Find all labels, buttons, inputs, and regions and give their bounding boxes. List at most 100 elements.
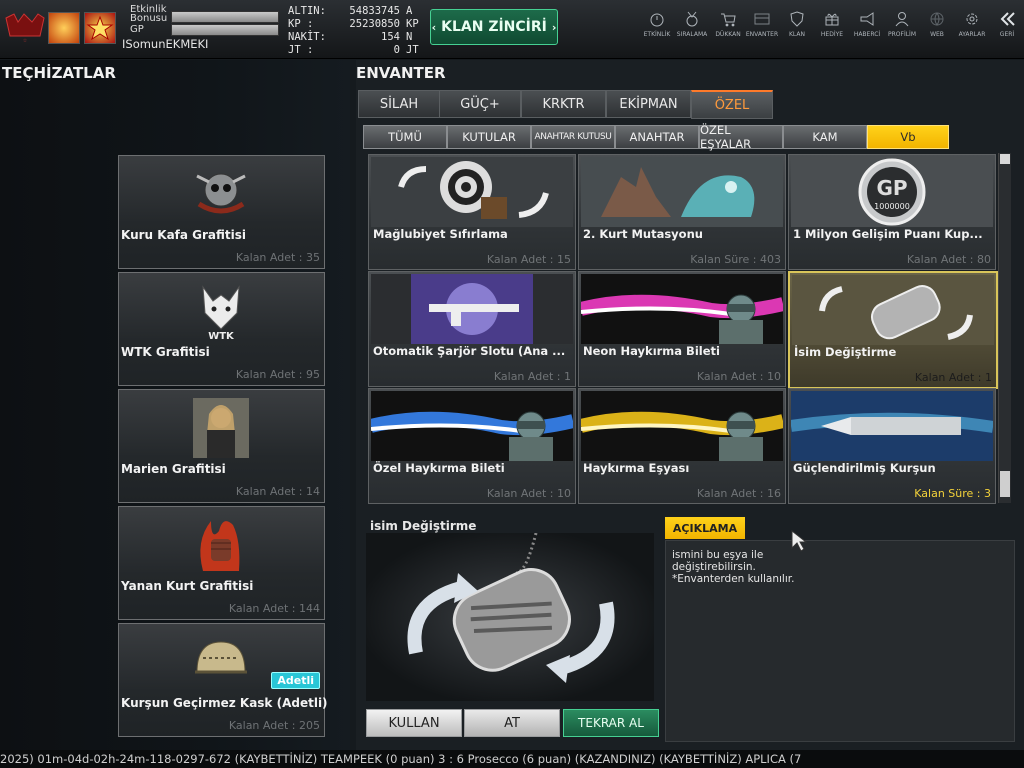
tab-4[interactable]: ÖZEL	[691, 90, 773, 119]
nav-haberci̇-button[interactable]: HABERCİ	[850, 10, 884, 38]
inventory-scrollbar[interactable]	[998, 153, 1011, 503]
tab-2[interactable]: KRKTR	[521, 90, 606, 118]
inventory-item-name: 1 Milyon Gelişim Puanı Kup...	[793, 227, 983, 241]
subtab-4[interactable]: ÖZEL EŞYALAR	[699, 123, 783, 151]
subtab-2[interactable]: ANAHTAR KUTUSU	[531, 125, 615, 149]
nav-ayarlar-button[interactable]: AYARLAR	[955, 10, 989, 38]
currency-value: 54833745	[349, 5, 400, 17]
klan-zinciri-button[interactable]: ‹ KLAN ZİNCİRİ ›	[430, 9, 558, 45]
inventory-item[interactable]: Neon Haykırma Bileti Kalan Adet : 10	[578, 271, 786, 387]
description-box: ismini bu eşya ile değiştirebilirsin. *Env…	[665, 540, 1015, 742]
inventory-item-name: Özel Haykırma Bileti	[373, 461, 505, 475]
svg-text:☆: ☆	[23, 38, 28, 44]
currency-unit: N	[406, 31, 413, 43]
inventory-item[interactable]: Mağlubiyet Sıfırlama Kalan Adet : 15	[368, 154, 576, 270]
equipment-qty: Kalan Adet : 205	[228, 719, 320, 732]
player-name: ISomunEKMEKI	[122, 37, 209, 51]
bullet-icon	[790, 391, 994, 461]
gp-label: GP	[130, 24, 144, 35]
nav-label: GERİ	[999, 31, 1015, 38]
blue-shout-icon	[369, 391, 575, 461]
inventory-item-name: Neon Haykırma Bileti	[583, 344, 720, 358]
nav-geri̇-button[interactable]: GERİ	[990, 10, 1024, 38]
equipment-card[interactable]: WTK WTK Grafitisi Kalan Adet : 95	[118, 272, 325, 386]
svg-text:WTK: WTK	[208, 331, 235, 341]
tab-1[interactable]: GÜÇ+	[439, 90, 521, 118]
scroll-up-arrow-icon[interactable]	[1000, 154, 1010, 164]
flame-fist-icon	[189, 511, 253, 575]
gp-bar	[171, 24, 279, 36]
gift-icon	[815, 10, 849, 28]
nav-profi̇li̇m-button[interactable]: PROFİLİM	[885, 10, 919, 38]
inventory-item[interactable]: GP 1000000 1 Milyon Gelişim Puanı Kup... Ka…	[788, 154, 996, 270]
nav-dükkan-button[interactable]: DÜKKAN	[711, 10, 745, 38]
gold-shout-icon	[579, 391, 785, 461]
inventory-item-qty: Kalan Adet : 80	[906, 253, 991, 266]
inventory-item-name: Haykırma Eşyası	[583, 461, 690, 475]
scroll-thumb[interactable]	[1000, 471, 1010, 497]
equipment-card[interactable]: Adetli Kurşun Geçirmez Kask (Adetli) Kalan…	[118, 623, 328, 737]
cart-icon	[711, 10, 745, 28]
currency-label: JT :	[288, 44, 314, 56]
description-line: *Envanterden kullanılır.	[672, 573, 795, 585]
bonus-bar	[171, 11, 279, 23]
equipment-card[interactable]: Marien Grafitisi Kalan Adet : 14	[118, 389, 325, 503]
target-reset-icon	[371, 157, 573, 227]
inventory-item[interactable]: 2. Kurt Mutasyonu Kalan Süre : 403	[578, 154, 786, 270]
currency-unit: KP	[406, 18, 419, 30]
tab-0[interactable]: SİLAH	[358, 90, 440, 118]
inventory-item-qty: Kalan Adet : 15	[486, 253, 571, 266]
nav-label: HEDİYE	[820, 31, 844, 38]
subtab-1[interactable]: KUTULAR	[447, 125, 531, 149]
nav-klan-button[interactable]: KLAN	[780, 10, 814, 38]
equipment-name: Marien Grafitisi	[121, 462, 226, 476]
nav-web-button[interactable]: WEB	[920, 10, 954, 38]
wolf-icon: WTK	[189, 277, 253, 342]
werewolf-icon	[581, 157, 783, 227]
nav-hedi̇ye-button[interactable]: HEDİYE	[815, 10, 849, 38]
rifle-slot-icon	[371, 274, 573, 344]
equipment-card[interactable]: Kuru Kafa Grafitisi Kalan Adet : 35	[118, 155, 325, 269]
inventory-item-qty: Kalan Adet : 10	[486, 487, 571, 500]
subtab-6[interactable]: Vb	[867, 125, 949, 149]
equipment-name: WTK Grafitisi	[121, 345, 210, 359]
equipment-title: TEÇHİZATLAR	[2, 64, 116, 82]
repeat-buy-button[interactable]: TEKRAR AL	[563, 709, 659, 737]
drop-button[interactable]: AT	[464, 709, 560, 737]
inventory-item[interactable]: İsim Değiştirme Kalan Adet : 1	[788, 271, 998, 389]
tab-3[interactable]: EKİPMAN	[606, 90, 691, 118]
profile-icon	[885, 10, 919, 28]
equipment-card[interactable]: Yanan Kurt Grafitisi Kalan Adet : 144	[118, 506, 325, 620]
dogtag-icon	[792, 275, 994, 345]
nav-envanter-button[interactable]: ENVANTER	[745, 10, 779, 38]
inventory-item[interactable]: Otomatik Şarjör Slotu (Ana ... Kalan Adet…	[368, 271, 576, 387]
use-button[interactable]: KULLAN	[366, 709, 462, 737]
nav-etki̇nli̇k-button[interactable]: ETKİNLİK	[640, 10, 674, 38]
inventory-item-qty: Kalan Adet : 10	[696, 370, 781, 383]
subtab-0[interactable]: TÜMÜ	[363, 125, 447, 149]
inventory-item-qty: Kalan Süre : 3	[914, 487, 991, 500]
inventory-item[interactable]: Güçlendirilmiş Kurşun Kalan Süre : 3	[788, 388, 996, 504]
subtab-5[interactable]: KAM	[783, 125, 867, 149]
nav-label: ENVANTER	[745, 31, 779, 38]
equipment-name: Kurşun Geçirmez Kask (Adetli)	[121, 696, 328, 710]
description-header: AÇIKLAMA	[665, 517, 745, 539]
equipment-name: Yanan Kurt Grafitisi	[121, 579, 254, 593]
clan-emblem-icon[interactable]	[48, 12, 80, 44]
portrait-icon	[189, 394, 253, 458]
selected-item-preview	[366, 532, 654, 701]
inventory-item[interactable]: Haykırma Eşyası Kalan Adet : 16	[578, 388, 786, 504]
inventory-item-qty: Kalan Adet : 1	[914, 371, 992, 384]
nav-siralama-button[interactable]: SIRALAMA	[675, 10, 709, 38]
nav-label: PROFİLİM	[887, 31, 917, 38]
inventory-item-qty: Kalan Adet : 16	[696, 487, 781, 500]
chevron-right-icon: ›	[551, 20, 557, 34]
subtab-3[interactable]: ANAHTAR	[615, 125, 699, 149]
nav-label: ETKİNLİK	[643, 31, 671, 38]
medal-icon	[675, 10, 709, 28]
inventory-item-name: 2. Kurt Mutasyonu	[583, 227, 703, 241]
rank-star-icon[interactable]	[84, 12, 116, 44]
inventory-item[interactable]: Özel Haykırma Bileti Kalan Adet : 10	[368, 388, 576, 504]
description-line: ismini bu eşya ile	[672, 549, 764, 561]
gp-coin-icon: GP 1000000	[791, 157, 993, 227]
